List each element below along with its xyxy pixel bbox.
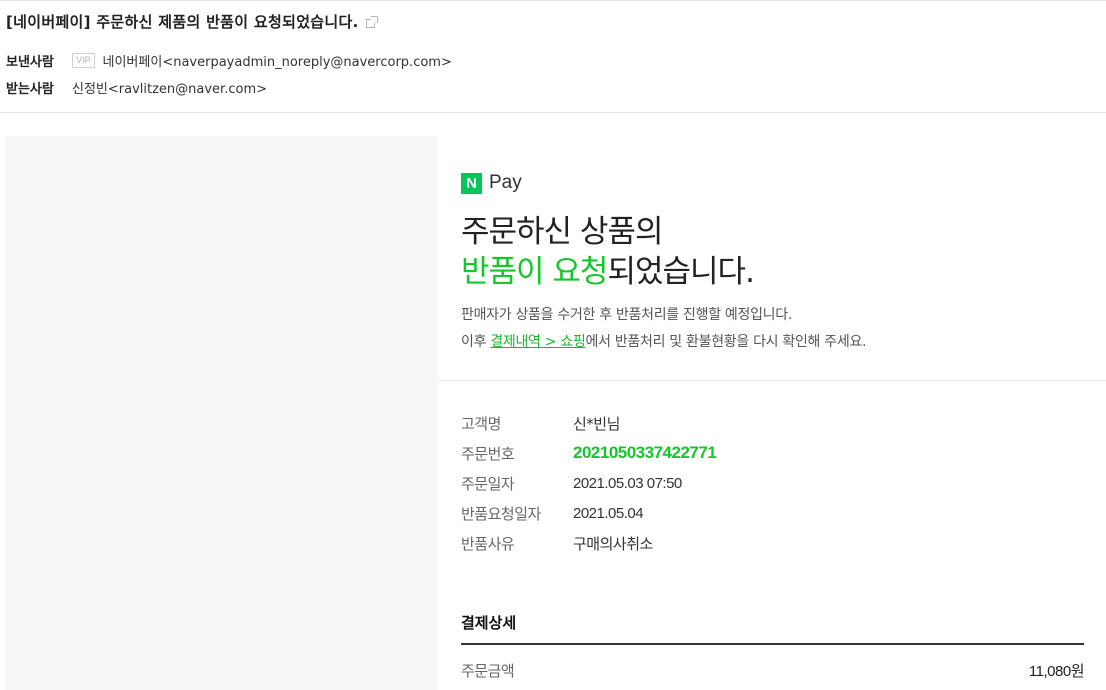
sender-address[interactable]: 네이버페이<naverpayadmin_noreply@navercorp.co… [103, 51, 452, 70]
sender-row: 보낸사람 VIP 네이버페이<naverpayadmin_noreply@nav… [6, 51, 452, 70]
recipient-row: 받는사람 신정빈<ravlitzen@naver.com> [6, 78, 267, 97]
naver-n-icon: N [461, 172, 482, 194]
return-reason: 구매의사취소 [573, 534, 653, 553]
headline-green: 반품이 요청 [461, 254, 608, 290]
npay-logo: N Pay [461, 172, 522, 194]
section-divider [438, 380, 1106, 381]
payment-history-link[interactable]: 결제내역 > 쇼핑 [490, 334, 586, 350]
detail-row-return-reason: 반품사유 구매의사취소 [461, 528, 716, 558]
recipient-address[interactable]: 신정빈<ravlitzen@naver.com> [72, 78, 267, 97]
return-request-date: 2021.05.04 [573, 504, 644, 522]
order-date: 2021.05.03 07:50 [573, 474, 682, 492]
description-line1: 판매자가 상품을 수거한 후 반품처리를 진행할 예정입니다. [461, 307, 792, 323]
sender-label: 보낸사람 [6, 55, 54, 70]
detail-row-customer: 고객명 신*빈님 [461, 408, 716, 438]
subject-text: [네이버페이] 주문하신 제품의 반품이 요청되었습니다. [6, 13, 359, 31]
detail-key: 반품요청일자 [461, 504, 541, 523]
order-number[interactable]: 2021050337422771 [573, 443, 717, 463]
email-body: N Pay 주문하신 상품의 반품이 요청되었습니다. 판매자가 상품을 수거한… [438, 136, 1106, 690]
payment-key: 주문금액 [461, 662, 515, 680]
detail-key: 고객명 [461, 414, 501, 433]
order-details: 고객명 신*빈님 주문번호 2021050337422771 주문일자 2021… [461, 408, 717, 558]
logo-text: Pay [489, 172, 522, 193]
mail-subject: [네이버페이] 주문하신 제품의 반품이 요청되었습니다. [6, 11, 378, 32]
detail-key: 반품사유 [461, 534, 515, 553]
headline: 주문하신 상품의 반품이 요청되었습니다. [461, 212, 755, 292]
payment-row-order-amount: 주문금액 11,080원 [461, 660, 1085, 681]
recipient-label: 받는사람 [6, 82, 54, 97]
mail-header: [네이버페이] 주문하신 제품의 반품이 요청되었습니다. 보낸사람 VIP 네… [0, 0, 1106, 113]
description-line2: 이후 결제내역 > 쇼핑에서 반품처리 및 환불현황을 다시 확인해 주세요. [461, 331, 866, 351]
order-amount: 11,080원 [1028, 663, 1085, 680]
left-image-panel [5, 136, 438, 690]
headline-rest: 되었습니다. [607, 254, 754, 290]
desc-prefix: 이후 [461, 334, 491, 350]
headline-line2: 반품이 요청되었습니다. [461, 252, 755, 292]
customer-name: 신*빈님 [573, 414, 620, 433]
detail-row-return-date: 반품요청일자 2021.05.04 [461, 498, 716, 528]
detail-key: 주문번호 [461, 444, 515, 463]
vip-badge: VIP [72, 53, 95, 68]
detail-row-order-date: 주문일자 2021.05.03 07:50 [461, 468, 716, 498]
popout-icon[interactable] [365, 15, 378, 28]
payment-details-title: 결제상세 [461, 612, 1084, 645]
headline-line1: 주문하신 상품의 [461, 214, 663, 250]
detail-row-order-number: 주문번호 2021050337422771 [461, 438, 717, 468]
detail-key: 주문일자 [461, 474, 515, 493]
desc-suffix: 에서 반품처리 및 환불현황을 다시 확인해 주세요. [585, 334, 867, 350]
